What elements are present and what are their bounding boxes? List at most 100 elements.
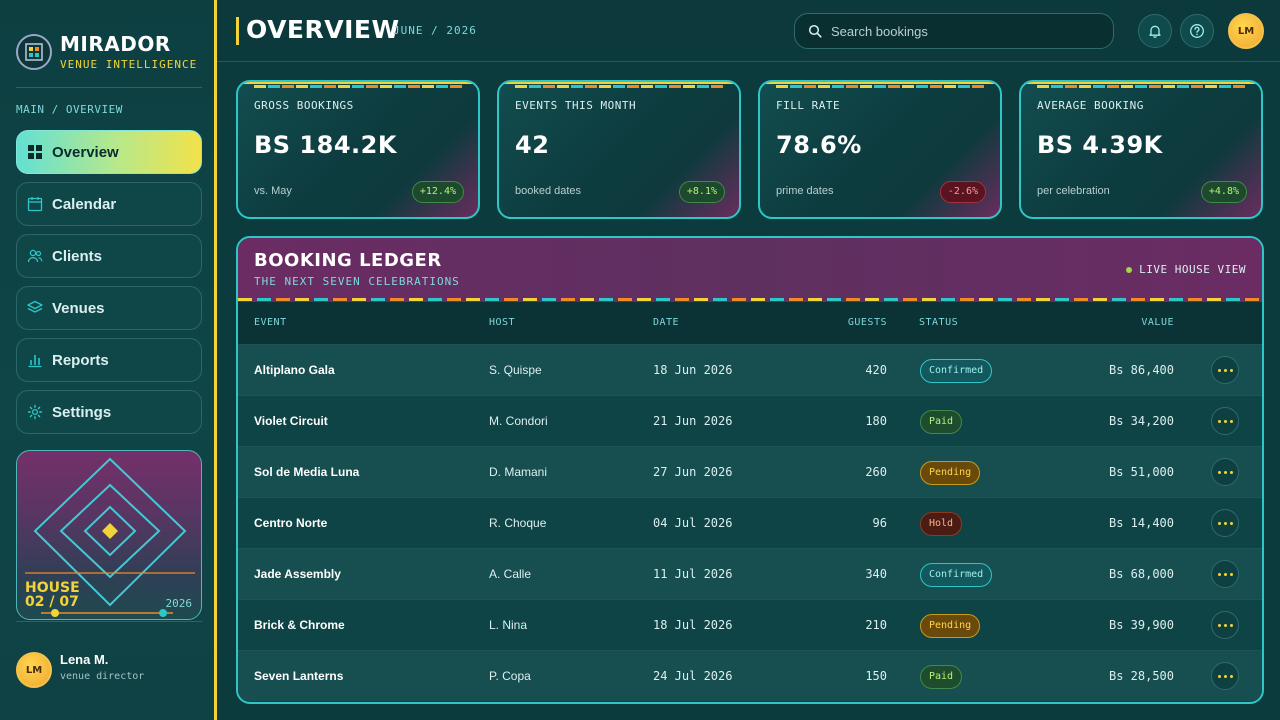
ledger-header: BOOKING LEDGER THE NEXT SEVEN CELEBRATIO… [238,238,1262,302]
cell-event: Violet Circuit [254,414,328,428]
help-icon [1190,24,1204,38]
title-accent-bar [236,17,239,45]
sidebar-item-calendar[interactable]: Calendar [16,182,202,226]
search-box[interactable] [794,13,1114,49]
help-button[interactable] [1180,14,1214,48]
sidebar-item-label: Calendar [52,195,117,213]
column-header-host[interactable]: HOST [489,302,515,344]
booking-ledger: BOOKING LEDGER THE NEXT SEVEN CELEBRATIO… [236,236,1264,704]
row-more-button[interactable] [1211,509,1239,537]
status-badge: Paid [920,665,963,689]
bar-chart-icon [28,355,42,368]
layers-icon [27,300,43,313]
user-role: venue director [60,671,145,682]
table-row[interactable]: Centro Norte R. Choque 04 Jul 2026 96 Ho… [238,497,1262,548]
table-header: EVENT HOST DATE GUESTS STATUS VALUE [238,302,1262,344]
cell-host: D. Mamani [489,465,548,479]
cell-event: Centro Norte [254,516,328,530]
live-indicator: LIVE HOUSE VIEW [1126,263,1246,276]
row-more-button[interactable] [1211,407,1239,435]
sidebar-item-label: Clients [52,247,103,265]
kpi-subtext: vs. May [254,185,292,197]
row-more-button[interactable] [1211,611,1239,639]
column-header-guests[interactable]: GUESTS [848,302,887,344]
status-badge: Confirmed [920,563,993,587]
sidebar-divider [16,621,202,622]
table-row[interactable]: Violet Circuit M. Condori 21 Jun 2026 18… [238,395,1262,446]
kpi-value: 42 [515,131,550,159]
kpi-delta-badge: +4.8% [1200,181,1247,203]
house-card-title-line1: HOUSE [25,580,80,596]
kpi-subtext: prime dates [776,185,834,197]
kpi-label: FILL RATE [776,99,841,112]
kpi-label: EVENTS THIS MONTH [515,99,637,112]
cell-date: 18 Jun 2026 [653,363,733,377]
kpi-label: AVERAGE BOOKING [1037,99,1144,112]
sidebar-item-overview[interactable]: Overview [16,130,202,174]
table-row[interactable]: Seven Lanterns P. Copa 24 Jul 2026 150 P… [238,650,1262,701]
cell-guests: 180 [865,414,887,428]
sidebar-item-reports[interactable]: Reports [16,338,202,382]
cell-host: R. Choque [489,516,547,530]
kpi-card-accent [238,82,478,84]
row-more-button[interactable] [1211,458,1239,486]
kpi-card-stripe [1037,85,1245,88]
sidebar-divider [16,87,202,88]
sidebar-item-venues[interactable]: Venues [16,286,202,330]
sidebar-item-settings[interactable]: Settings [16,390,202,434]
notifications-button[interactable] [1138,14,1172,48]
table-row[interactable]: Brick & Chrome L. Nina 18 Jul 2026 210 P… [238,599,1262,650]
user-name: Lena M. [60,652,109,667]
ledger-stripe [238,298,1262,301]
column-header-status[interactable]: STATUS [919,302,958,344]
cell-value: Bs 39,900 [1108,618,1174,632]
table-row[interactable]: Sol de Media Luna D. Mamani 27 Jun 2026 … [238,446,1262,497]
brand-name: MIRADOR [60,32,171,56]
kpi-card-gross-bookings[interactable]: GROSS BOOKINGS BS 184.2K vs. May +12.4% [236,80,480,219]
gear-icon [27,404,43,420]
house-card[interactable]: HOUSE 02 / 07 2026 [16,450,202,620]
cell-event: Altiplano Gala [254,363,335,377]
users-icon [27,249,43,263]
cell-date: 27 Jun 2026 [653,465,733,479]
kpi-value: 78.6% [776,131,862,159]
status-badge: Pending [920,461,981,485]
kpi-card-stripe [515,85,723,88]
kpi-card-average-booking[interactable]: AVERAGE BOOKING BS 4.39K per celebration… [1019,80,1263,219]
live-label: LIVE HOUSE VIEW [1139,263,1246,276]
row-more-button[interactable] [1211,356,1239,384]
cell-host: L. Nina [489,618,528,632]
sidebar: MIRADOR VENUE INTELLIGENCE MAIN / OVERVI… [0,0,214,720]
kpi-card-accent [499,82,739,84]
kpi-card-events-this-month[interactable]: EVENTS THIS MONTH 42 booked dates +8.1% [497,80,741,219]
status-badge: Pending [920,614,981,638]
brand-tagline: VENUE INTELLIGENCE [60,58,198,71]
house-card-title: HOUSE 02 / 07 [25,581,80,609]
sidebar-item-label: Settings [52,403,112,421]
grid-icon [28,145,42,159]
kpi-label: GROSS BOOKINGS [254,99,354,112]
table-row[interactable]: Altiplano Gala S. Quispe 18 Jun 2026 420… [238,344,1262,395]
table-row[interactable]: Jade Assembly A. Calle 11 Jul 2026 340 C… [238,548,1262,599]
header-avatar[interactable]: LM [1228,13,1264,49]
column-header-event[interactable]: EVENT [254,302,287,344]
row-more-button[interactable] [1211,560,1239,588]
sidebar-item-clients[interactable]: Clients [16,234,202,278]
column-header-value[interactable]: VALUE [1141,302,1174,344]
cell-date: 04 Jul 2026 [653,516,733,530]
kpi-card-fill-rate[interactable]: FILL RATE 78.6% prime dates -2.6% [758,80,1002,219]
row-more-button[interactable] [1211,662,1239,690]
kpi-value: BS 4.39K [1037,131,1163,159]
user-profile[interactable]: LM Lena M. venue director [16,650,202,690]
cell-value: Bs 51,000 [1108,465,1174,479]
kpi-value: BS 184.2K [254,131,397,159]
column-header-date[interactable]: DATE [653,302,679,344]
cell-value: Bs 14,400 [1108,516,1174,530]
cell-date: 18 Jul 2026 [653,618,733,632]
kpi-card-stripe [254,85,462,88]
cell-date: 24 Jul 2026 [653,669,733,683]
status-badge: Hold [920,512,963,536]
search-input[interactable] [831,23,1091,39]
kpi-subtext: booked dates [515,185,582,197]
kpi-card-accent [1021,82,1261,84]
